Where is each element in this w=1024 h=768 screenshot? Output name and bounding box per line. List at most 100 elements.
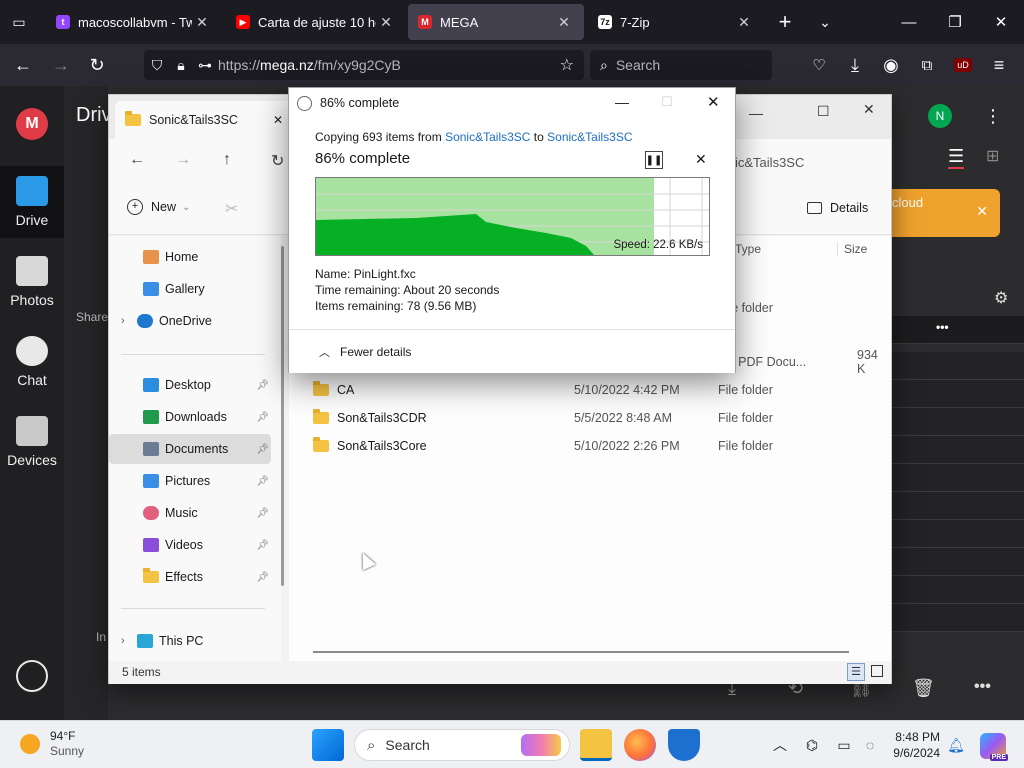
- downloads-icon[interactable]: ⤓: [840, 50, 870, 80]
- ublock-icon[interactable]: uD: [948, 50, 978, 80]
- pin-icon[interactable]: 📌︎: [256, 476, 269, 487]
- extensions-icon[interactable]: ⧉: [912, 50, 942, 80]
- list-view-icon[interactable]: ☰: [948, 146, 965, 169]
- browser-close-button[interactable]: ✕: [978, 0, 1024, 44]
- nav-effects[interactable]: Effects 📌︎: [109, 562, 271, 592]
- url-bar[interactable]: ⛉ 🔒︎ ⊶ https://mega.nz/fm/xy9g2CyB ☆: [144, 50, 584, 80]
- tiles-view-icon[interactable]: [871, 665, 883, 677]
- browser-restore-button[interactable]: ❐: [932, 0, 978, 44]
- mega-row[interactable]: [892, 436, 1024, 464]
- more-actions-icon[interactable]: •••: [974, 678, 991, 696]
- more-options-icon[interactable]: ⋮: [984, 106, 1002, 127]
- tab-close-icon[interactable]: ✕: [192, 14, 212, 31]
- bookmark-star-icon[interactable]: ☆: [560, 55, 574, 75]
- back-arrow-icon[interactable]: ←: [129, 151, 145, 169]
- account-icon[interactable]: ◉: [876, 50, 906, 80]
- address-bar-tail[interactable]: ic&Tails3SC: [735, 155, 804, 170]
- explorer-close-button[interactable]: ✕: [863, 101, 875, 118]
- mega-storage-banner[interactable]: cloud ✕: [880, 189, 1000, 237]
- pause-button[interactable]: ❚❚: [645, 151, 663, 169]
- browser-tab-mega[interactable]: M MEGA ✕: [408, 4, 584, 40]
- file-row[interactable]: Son&Tails3CDR 5/5/2022 8:48 AM File fold…: [289, 404, 889, 432]
- back-button[interactable]: ←: [8, 50, 38, 80]
- pocket-icon[interactable]: ♡: [804, 50, 834, 80]
- forward-button[interactable]: →: [46, 50, 76, 80]
- nav-this-pc[interactable]: › This PC: [109, 626, 271, 656]
- mega-row[interactable]: [892, 548, 1024, 576]
- mega-logo[interactable]: M: [16, 108, 48, 140]
- tab-close-icon[interactable]: ✕: [376, 14, 396, 31]
- forward-arrow-icon[interactable]: →: [175, 151, 191, 169]
- fewer-details-button[interactable]: ︿ Fewer details: [319, 344, 411, 360]
- web-search-field[interactable]: ⌕ Search: [590, 50, 772, 80]
- file-explorer-icon[interactable]: [580, 729, 612, 761]
- nav-onedrive[interactable]: › OneDrive: [109, 306, 271, 336]
- clock[interactable]: 8:48 PM 9/6/2024: [880, 729, 940, 761]
- tab-close-icon[interactable]: ✕: [554, 14, 574, 31]
- mega-row[interactable]: [892, 352, 1024, 380]
- refresh-icon[interactable]: ↻: [271, 151, 284, 171]
- nav-pictures[interactable]: Pictures 📌︎: [109, 466, 271, 496]
- dialog-close-button[interactable]: ✕: [707, 93, 720, 111]
- cancel-copy-button[interactable]: ✕: [695, 151, 707, 168]
- mega-avatar[interactable]: N: [928, 104, 952, 128]
- new-button[interactable]: + New ⌄: [127, 199, 190, 215]
- new-tab-button[interactable]: +: [770, 7, 800, 37]
- file-row[interactable]: CA 5/10/2022 4:42 PM File folder: [289, 376, 889, 404]
- column-header-type[interactable]: Type: [735, 242, 761, 256]
- start-icon[interactable]: [312, 729, 344, 761]
- expand-chevron-icon[interactable]: ›: [121, 635, 137, 647]
- tab-close-icon[interactable]: ✕: [734, 14, 754, 31]
- firefox-icon[interactable]: [624, 729, 656, 761]
- browser-tab-youtube[interactable]: ▶ Carta de ajuste 10 horas ✕: [226, 4, 406, 40]
- volume-icon[interactable]: ◌: [858, 733, 882, 757]
- explorer-minimize-button[interactable]: —: [749, 105, 763, 121]
- mega-row[interactable]: [892, 604, 1024, 632]
- settings-gear-icon[interactable]: ⚙: [994, 288, 1008, 308]
- row-more-icon[interactable]: •••: [936, 320, 949, 334]
- mega-row[interactable]: •••: [892, 316, 1024, 344]
- network-icon[interactable]: ⌬: [800, 733, 824, 757]
- nav-videos[interactable]: Videos 📌︎: [109, 530, 271, 560]
- browser-tab-7zip[interactable]: 7z 7-Zip ✕: [588, 4, 764, 40]
- mega-row[interactable]: [892, 520, 1024, 548]
- pin-icon[interactable]: 📌︎: [256, 380, 269, 391]
- mega-row[interactable]: [892, 492, 1024, 520]
- shield-icon[interactable]: ⛉: [144, 57, 170, 74]
- pin-icon[interactable]: 📌︎: [256, 572, 269, 583]
- weather-widget[interactable]: 94°F Sunny: [20, 729, 84, 759]
- trash-icon[interactable]: 🗑︎: [912, 678, 935, 699]
- tab-close-icon[interactable]: ✕: [273, 113, 283, 127]
- nav-music[interactable]: Music 📌︎: [109, 498, 271, 528]
- rail-item-devices[interactable]: Devices: [0, 416, 64, 468]
- taskbar-search[interactable]: ⌕ Search: [354, 729, 570, 761]
- mega-row[interactable]: [892, 408, 1024, 436]
- transfer-manager-icon[interactable]: [16, 660, 48, 692]
- lock-icon[interactable]: 🔒︎: [170, 57, 192, 74]
- explorer-maximize-button[interactable]: ☐: [817, 103, 830, 120]
- expand-chevron-icon[interactable]: ›: [121, 315, 137, 327]
- pin-icon[interactable]: 📌︎: [256, 412, 269, 423]
- grid-view-icon[interactable]: ⊞: [986, 146, 999, 166]
- copilot-icon[interactable]: PRE: [980, 733, 1008, 761]
- browser-minimize-button[interactable]: —: [886, 0, 932, 44]
- destination-link[interactable]: Sonic&Tails3SC: [547, 130, 632, 144]
- details-button[interactable]: Details: [807, 201, 868, 215]
- cut-icon[interactable]: ✂: [225, 199, 238, 219]
- permissions-icon[interactable]: ⊶: [192, 57, 218, 74]
- banner-close-icon[interactable]: ✕: [976, 203, 988, 220]
- app-menu-icon[interactable]: ≡: [984, 50, 1014, 80]
- pin-icon[interactable]: 📌︎: [256, 508, 269, 519]
- tab-overview-icon[interactable]: ▭: [4, 7, 34, 37]
- nav-scrollbar[interactable]: [281, 246, 284, 586]
- column-header-size[interactable]: Size: [837, 242, 867, 256]
- pin-icon[interactable]: 📌︎: [256, 540, 269, 551]
- mega-row[interactable]: [892, 576, 1024, 604]
- tray-chevron-icon[interactable]: ︿: [768, 733, 792, 757]
- rail-item-drive[interactable]: Drive: [0, 166, 64, 238]
- up-arrow-icon[interactable]: ↑: [223, 151, 231, 169]
- mega-row[interactable]: [892, 464, 1024, 492]
- defender-icon[interactable]: [668, 729, 700, 761]
- browser-tab-twitch[interactable]: t macoscollabvm - Twitch ✕: [46, 4, 222, 40]
- details-view-icon[interactable]: ☰: [847, 663, 865, 681]
